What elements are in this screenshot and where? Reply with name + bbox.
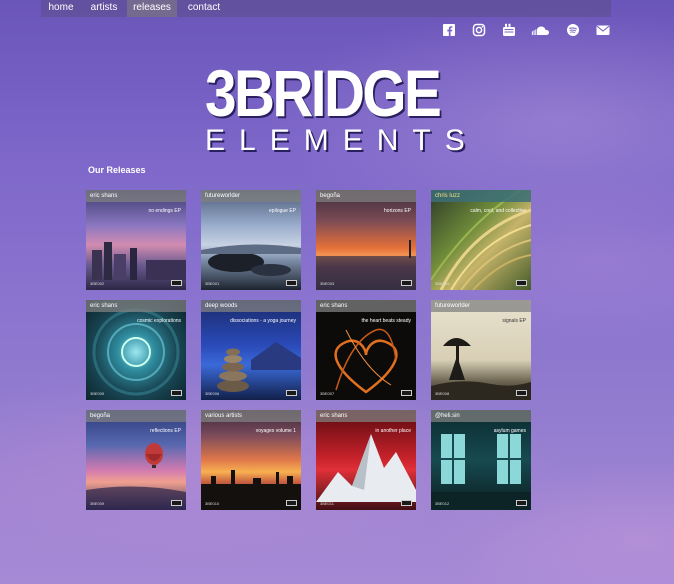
release-artist: eric shans (320, 303, 348, 309)
nav-contact[interactable]: contact (180, 0, 228, 17)
release-artist: @heli.sin (435, 413, 460, 419)
cover-art (431, 190, 531, 290)
release-title: voyages volume 1 (255, 428, 296, 434)
cover-art (334, 328, 398, 394)
label-logo (286, 390, 297, 396)
catalog-number: 3BE010 (205, 501, 220, 506)
cover-art (316, 434, 416, 502)
release-artist: chris luzz (435, 193, 461, 199)
release-title: dissociations - a yoga journey (230, 318, 296, 324)
cover-art (92, 308, 180, 396)
spotify-icon[interactable] (566, 23, 580, 37)
soundcloud-icon[interactable] (531, 23, 549, 37)
release-title: asylum games (493, 428, 526, 434)
facebook-icon[interactable] (442, 23, 456, 37)
release-title: horizons EP (384, 208, 411, 214)
release-title: in another place (375, 428, 411, 434)
release-artist: deep woods (205, 303, 238, 309)
release-title: no endings EP (148, 208, 181, 214)
label-logo (401, 280, 412, 286)
3bridge-elements-logo[interactable]: 3BRIDGE ELEMENTS (205, 56, 479, 157)
catalog-number: 3BE006 (205, 391, 220, 396)
catalog-number: 3BE007 (320, 391, 335, 396)
cover-art (92, 242, 186, 280)
cover-art (217, 342, 301, 392)
release-artist: eric shans (90, 303, 118, 309)
section-title: Our Releases (88, 165, 146, 175)
release-title: signals EP (502, 318, 526, 324)
release-card[interactable]: begoña horizons EP 3BE003 (316, 190, 416, 290)
label-logo (171, 390, 182, 396)
release-card[interactable]: futureworlder signals EP 3BE008 (431, 300, 531, 400)
catalog-number: 3BE012 (435, 501, 450, 506)
release-card[interactable]: various artists voyages volume 1 3BE010 (201, 410, 301, 510)
label-logo (401, 500, 412, 506)
release-artist: begoña (320, 193, 341, 199)
catalog-number: 3BE011 (320, 501, 334, 506)
label-logo (401, 390, 412, 396)
top-nav: home artists releases contact (41, 0, 611, 17)
logo-subtitle: ELEMENTS (205, 124, 479, 157)
release-card[interactable]: eric shans in another place 3BE011 (316, 410, 416, 510)
cover-art (86, 443, 186, 510)
release-title: cosmic explorations (137, 318, 181, 324)
release-artist: eric shans (320, 413, 348, 419)
label-logo (286, 280, 297, 286)
release-artist: various artists (205, 413, 243, 419)
release-title: reflections EP (150, 428, 181, 434)
label-logo (171, 500, 182, 506)
catalog-number: 3BE008 (435, 391, 450, 396)
label-logo (516, 500, 527, 506)
logo-wordmark: 3BRIDGE (205, 56, 442, 130)
catalog-number: 3BE004 (435, 281, 450, 286)
release-title: calm, cool, and collective (470, 208, 526, 214)
release-artist: eric shans (90, 193, 118, 199)
catalog-number: 3BE002 (90, 281, 105, 286)
catalog-number: 3BE009 (90, 501, 105, 506)
nav-artists[interactable]: artists (83, 0, 125, 17)
release-card[interactable]: eric shans the heart beats steady 3BE007 (316, 300, 416, 400)
release-artist: futureworlder (205, 193, 241, 199)
youtube-icon[interactable] (502, 23, 516, 37)
release-title: the heart beats steady (361, 318, 411, 324)
catalog-number: 3BE001 (205, 281, 220, 286)
release-artist: begoña (90, 413, 111, 419)
label-logo (171, 280, 182, 286)
instagram-icon[interactable] (472, 23, 486, 37)
release-card[interactable]: eric shans cosmic explorations 3BE005 (86, 300, 186, 400)
cover-art (201, 470, 301, 510)
release-card[interactable]: deep woods dissociations - a yoga journe… (201, 300, 301, 400)
release-card[interactable]: futureworlder epilogue EP 3BE001 (201, 190, 301, 290)
cover-art (201, 244, 301, 276)
email-icon[interactable] (596, 23, 610, 37)
release-artist: futureworlder (435, 303, 471, 309)
nav-releases[interactable]: releases (127, 0, 177, 17)
catalog-number: 3BE003 (320, 281, 335, 286)
label-logo (286, 500, 297, 506)
nav-home[interactable]: home (41, 0, 81, 17)
release-title: epilogue EP (269, 208, 296, 214)
label-logo (516, 280, 527, 286)
label-logo (516, 390, 527, 396)
release-card[interactable]: chris luzz calm, cool, and collective 3B… (431, 190, 531, 290)
cover-art (316, 240, 416, 290)
cover-art (431, 434, 531, 510)
release-card[interactable]: begoña reflections EP 3BE009 (86, 410, 186, 510)
cover-art (431, 338, 531, 400)
release-card[interactable]: @heli.sin asylum games 3BE012 (431, 410, 531, 510)
release-card[interactable]: eric shans no endings EP 3BE002 (86, 190, 186, 290)
catalog-number: 3BE005 (90, 391, 105, 396)
